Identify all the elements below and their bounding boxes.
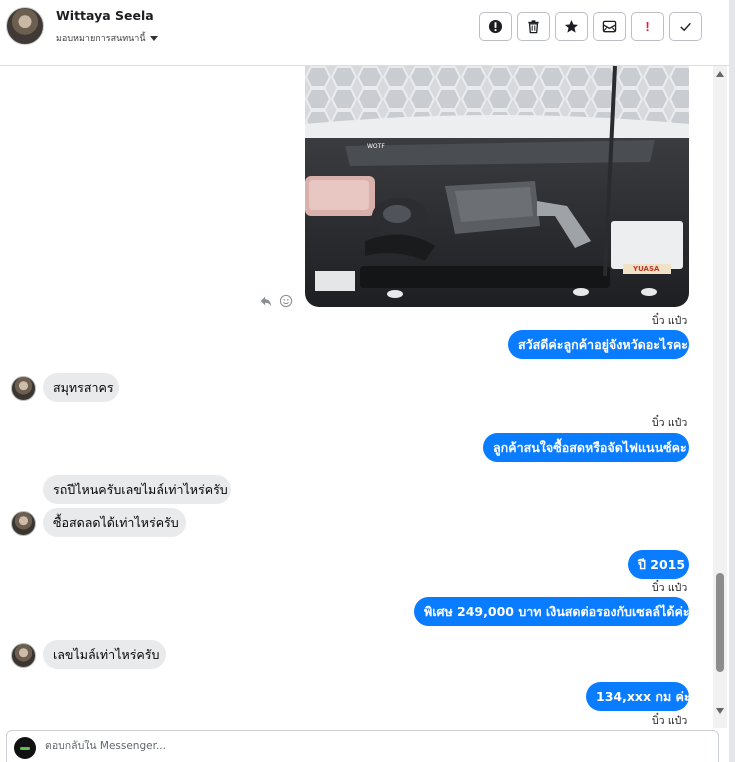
outgoing-message[interactable]: พิเศษ 249,000 บาท เงินสดต่อรองกับเซลล์ได… — [414, 597, 690, 626]
contact-avatar-small — [11, 643, 36, 668]
conversation-header: Wittaya Seela มอบหมายการสนทนานี้ ! — [0, 0, 735, 66]
incoming-message[interactable]: เลขไมล์เท่าไหร่ครับ — [43, 640, 166, 669]
spam-button[interactable]: ! — [631, 12, 664, 41]
star-icon — [564, 19, 579, 33]
scrollbar-thumb[interactable] — [716, 573, 724, 672]
info-alert-icon — [488, 19, 503, 34]
caret-down-icon — [149, 35, 158, 41]
page-avatar — [14, 737, 36, 759]
incoming-message[interactable]: รถปีไหนครับเลขไมล์เท่าไหร่ครับ — [43, 475, 231, 504]
assign-conversation-dropdown[interactable]: มอบหมายการสนทนานี้ — [56, 31, 158, 45]
outgoing-message[interactable]: ลูกค้าสนใจซื้อสดหรือจัดไฟแนนซ์คะ — [483, 433, 689, 462]
shared-car-engine-photo[interactable]: WOTF YUASA — [305, 66, 689, 307]
contact-avatar[interactable] — [6, 7, 44, 45]
contact-avatar-small — [11, 511, 36, 536]
sender-label: บิ๋ว แป๋ว — [652, 315, 688, 327]
contact-name[interactable]: Wittaya Seela — [56, 8, 154, 23]
message-list-scrollbar[interactable] — [713, 66, 727, 728]
reply-input[interactable] — [45, 740, 645, 752]
sender-label: บิ๋ว แป๋ว — [652, 715, 688, 727]
star-button[interactable] — [555, 12, 588, 41]
message-list[interactable]: WOTF YUASA บิ๋ว แป๋ว สวัสดีค่ะลูกค้าอยู่… — [0, 66, 713, 728]
messenger-conversation-window: Wittaya Seela มอบหมายการสนทนานี้ ! WOTF … — [0, 0, 735, 762]
emoji-reaction-icon[interactable] — [279, 294, 293, 308]
mark-done-button[interactable] — [669, 12, 702, 41]
window-edge — [729, 0, 735, 762]
incoming-message[interactable]: ซื้อสดลดได้เท่าไหร่ครับ — [43, 508, 186, 537]
assign-label: มอบหมายการสนทนานี้ — [56, 34, 146, 44]
reply-composer — [6, 730, 719, 762]
mark-alert-button[interactable] — [479, 12, 512, 41]
contact-avatar-small — [11, 376, 36, 401]
trash-icon — [528, 20, 539, 34]
sender-label: บิ๋ว แป๋ว — [652, 417, 688, 429]
header-toolbar: ! — [479, 12, 702, 41]
outgoing-message[interactable]: 134,xxx กม ค่ะ — [586, 682, 691, 711]
spam-icon: ! — [645, 19, 650, 34]
incoming-message[interactable]: สมุทรสาคร — [43, 373, 119, 402]
outgoing-message[interactable]: สวัสดีค่ะลูกค้าอยู่จังหวัดอะไรคะ — [508, 330, 689, 359]
svg-text:YUASA: YUASA — [632, 265, 660, 273]
check-icon — [680, 22, 691, 32]
scroll-up-arrow-icon[interactable] — [716, 71, 724, 77]
archive-icon — [602, 20, 617, 33]
sender-label: บิ๋ว แป๋ว — [652, 582, 688, 594]
svg-text:WOTF: WOTF — [367, 143, 385, 150]
engine-bay-image: WOTF YUASA — [305, 66, 689, 307]
photo-message-actions — [259, 294, 293, 308]
archive-button[interactable] — [593, 12, 626, 41]
scroll-down-arrow-icon[interactable] — [716, 708, 724, 714]
outgoing-message[interactable]: ปี 2015 — [628, 550, 689, 579]
reply-icon[interactable] — [259, 294, 273, 308]
delete-button[interactable] — [517, 12, 550, 41]
